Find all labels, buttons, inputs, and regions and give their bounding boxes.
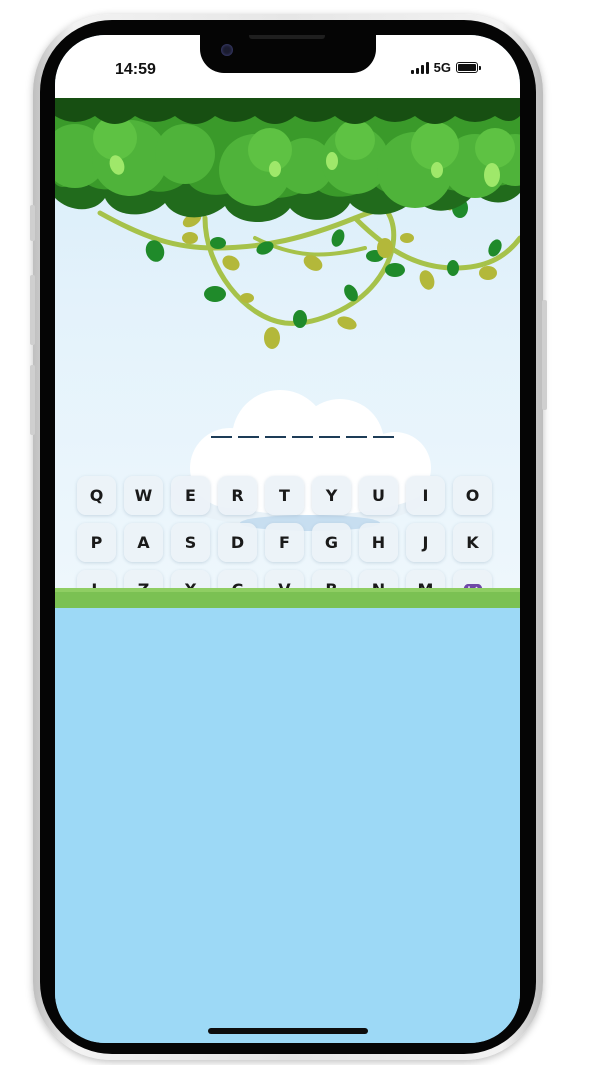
letter-slot — [265, 436, 286, 438]
key-l[interactable]: L — [77, 570, 116, 590]
letter-keyboard: QWERTYUIO PASDFGHJK LZXCVBNM — [77, 476, 499, 590]
status-bar: 14:59 5G — [55, 35, 520, 98]
letter-slot — [346, 436, 367, 438]
volume-up-button — [30, 275, 35, 345]
jungle-canopy-icon — [55, 98, 520, 349]
key-j[interactable]: J — [406, 523, 445, 562]
battery-icon — [456, 62, 481, 73]
game-scene: QWERTYUIO PASDFGHJK LZXCVBNM — [55, 98, 520, 590]
letter-slot — [373, 436, 394, 438]
status-indicators: 5G — [410, 60, 481, 75]
key-q[interactable]: Q — [77, 476, 116, 515]
key-i[interactable]: I — [406, 476, 445, 515]
key-x[interactable]: X — [171, 570, 210, 590]
keyboard-row-3: LZXCVBNM — [77, 570, 499, 590]
letter-slot — [292, 436, 313, 438]
key-s[interactable]: S — [171, 523, 210, 562]
key-h[interactable]: H — [359, 523, 398, 562]
letter-slot — [319, 436, 340, 438]
network-label: 5G — [433, 60, 451, 75]
speaker — [249, 35, 325, 39]
key-o[interactable]: O — [453, 476, 492, 515]
key-g[interactable]: G — [312, 523, 351, 562]
key-n[interactable]: N — [359, 570, 398, 590]
volume-down-button — [30, 365, 35, 435]
key-t[interactable]: T — [265, 476, 304, 515]
key-z[interactable]: Z — [124, 570, 163, 590]
key-u[interactable]: U — [359, 476, 398, 515]
camera-icon — [221, 44, 233, 56]
power-button — [542, 300, 547, 410]
letter-slot — [238, 436, 259, 438]
key-r[interactable]: R — [218, 476, 257, 515]
key-y[interactable]: Y — [312, 476, 351, 515]
key-a[interactable]: A — [124, 523, 163, 562]
key-c[interactable]: C — [218, 570, 257, 590]
key-w[interactable]: W — [124, 476, 163, 515]
key-k[interactable]: K — [453, 523, 492, 562]
word-slots — [211, 436, 394, 438]
phone-screen: 14:59 5G Q W E R T Y U I O P A S D F G H… — [55, 35, 520, 1043]
signal-icon — [410, 61, 429, 74]
home-indicator[interactable] — [208, 1028, 368, 1034]
key-p[interactable]: P — [77, 523, 116, 562]
silent-switch — [30, 205, 35, 241]
keyboard-row-2: PASDFGHJK — [77, 523, 499, 562]
status-time: 14:59 — [115, 61, 156, 78]
key-m[interactable]: M — [406, 570, 445, 590]
gamepad-button[interactable] — [453, 570, 492, 590]
grass-strip — [55, 588, 520, 608]
key-b[interactable]: B — [312, 570, 351, 590]
notch — [200, 35, 376, 73]
key-v[interactable]: V — [265, 570, 304, 590]
water-area — [55, 608, 520, 1043]
key-f[interactable]: F — [265, 523, 304, 562]
key-e[interactable]: E — [171, 476, 210, 515]
keyboard-row-1: QWERTYUIO — [77, 476, 499, 515]
key-d[interactable]: D — [218, 523, 257, 562]
letter-slot — [211, 436, 232, 438]
